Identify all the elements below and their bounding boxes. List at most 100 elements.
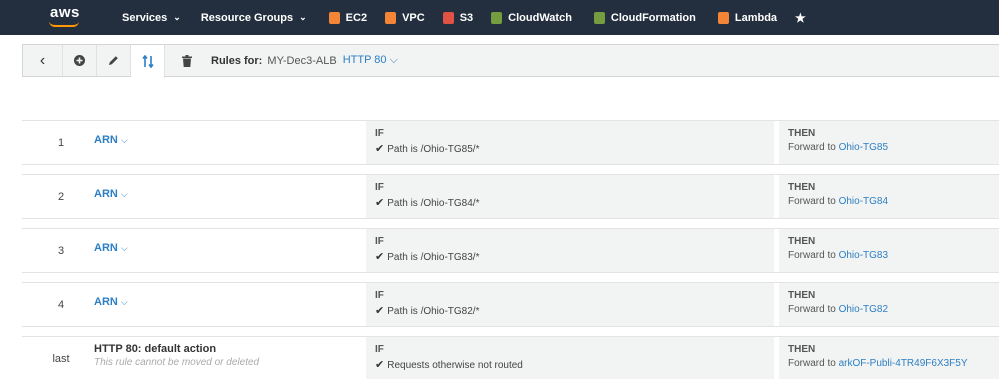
action-prefix: Forward to: [788, 142, 836, 153]
if-label: IF: [375, 182, 384, 193]
shortcut-label: CloudFormation: [610, 11, 696, 24]
checkmark-icon: ✔: [375, 359, 385, 371]
ec2-icon: [328, 11, 340, 24]
if-label: IF: [375, 290, 384, 301]
rule-row: 1 ARN ⌵ IF ✔ Path is /Ohio-TG85/* THEN For…: [22, 120, 999, 165]
checkmark-icon: ✔: [375, 197, 385, 209]
if-label: IF: [375, 128, 384, 139]
shortcut-cloudformation[interactable]: CloudFormation: [593, 0, 696, 35]
rule-condition: IF ✔ Path is /Ohio-TG83/*: [366, 229, 774, 272]
shortcut-s3[interactable]: S3: [442, 0, 474, 35]
rule-arn-dropdown[interactable]: ARN ⌵: [94, 134, 128, 146]
target-group-link[interactable]: Ohio-TG82: [839, 304, 888, 315]
rule-condition: IF ✔ Path is /Ohio-TG82/*: [366, 283, 774, 326]
rule-arn-dropdown[interactable]: ARN ⌵: [94, 296, 128, 308]
shortcut-vpc[interactable]: VPC: [385, 0, 425, 35]
action-prefix: Forward to: [788, 196, 836, 207]
action-prefix: Forward to: [788, 304, 836, 315]
rules-toolbar: ‹ Rules for: MY-Dec3-ALB HTTP 80 ⌵: [22, 44, 999, 78]
services-menu[interactable]: Services ⌄: [122, 0, 181, 35]
resource-groups-menu[interactable]: Resource Groups ⌄: [201, 0, 307, 35]
condition-text: Path is /Ohio-TG83/*: [387, 252, 480, 263]
then-label: THEN: [788, 344, 816, 355]
services-label: Services: [122, 11, 168, 24]
rule-action: THEN Forward to Ohio-TG84: [779, 175, 999, 218]
condition-text: Path is /Ohio-TG84/*: [387, 198, 480, 209]
shortcut-label: VPC: [402, 11, 425, 24]
pencil-icon: [109, 56, 118, 65]
chevron-left-icon: ‹: [39, 51, 46, 69]
rule-name: ARN: [94, 242, 118, 254]
chevron-down-icon: ⌵: [120, 135, 128, 145]
checkmark-icon: ✔: [375, 305, 385, 317]
if-label: IF: [375, 344, 384, 355]
rule-number: 4: [57, 299, 65, 311]
trash-icon: [182, 54, 192, 67]
then-label: THEN: [788, 290, 816, 301]
default-rule-note: This rule cannot be moved or deleted: [94, 357, 260, 368]
aws-logo[interactable]: aws: [0, 0, 90, 35]
s3-icon: [442, 11, 454, 24]
pin-icon[interactable]: ★: [795, 0, 806, 35]
plus-circle-icon: [74, 55, 85, 66]
rule-row: 4 ARN ⌵ IF ✔ Path is /Ohio-TG82/* THEN For…: [22, 282, 999, 327]
rule-number: last: [52, 353, 70, 365]
shortcut-cloudwatch[interactable]: CloudWatch: [491, 0, 572, 35]
rules-for-text: Rules for:: [211, 54, 263, 67]
rules-for-label: Rules for: MY-Dec3-ALB: [211, 55, 337, 67]
add-rule-button[interactable]: [63, 45, 97, 76]
rule-row: 2 ARN ⌵ IF ✔ Path is /Ohio-TG84/* THEN For…: [22, 174, 999, 219]
rule-name: ARN: [94, 134, 118, 146]
rule-arn-dropdown[interactable]: ARN ⌵: [94, 242, 128, 254]
chevron-down-icon: ⌵: [120, 243, 128, 253]
target-group-link[interactable]: Ohio-TG83: [839, 250, 888, 261]
aws-logo-text: aws: [50, 4, 80, 21]
if-label: IF: [375, 236, 384, 247]
chevron-down-icon: ⌄: [299, 12, 307, 22]
default-rule-name: HTTP 80: default action: [94, 343, 217, 355]
action-prefix: Forward to: [788, 250, 836, 261]
rule-action: THEN Forward to Ohio-TG82: [779, 283, 999, 326]
rule-action: THEN Forward to arkOF-Publi-4TR49F6X3F5Y: [779, 337, 999, 379]
target-group-link[interactable]: arkOF-Publi-4TR49F6X3F5Y: [839, 358, 968, 369]
rule-action: THEN Forward to Ohio-TG85: [779, 121, 999, 164]
chevron-down-icon: ⌵: [120, 189, 128, 199]
condition-text: Path is /Ohio-TG85/*: [387, 144, 480, 155]
top-nav-bar: aws Services ⌄ Resource Groups ⌄ EC2 VPC…: [0, 0, 999, 35]
shortcut-label: EC2: [345, 11, 368, 24]
rule-condition: IF ✔ Path is /Ohio-TG85/*: [366, 121, 774, 164]
then-label: THEN: [788, 128, 816, 139]
edit-rules-button[interactable]: [97, 45, 131, 76]
shortcut-lambda[interactable]: Lambda: [717, 0, 778, 35]
shortcut-label: S3: [459, 11, 474, 24]
listener-label: HTTP 80: [342, 54, 387, 66]
rule-number: 3: [57, 245, 65, 257]
shortcut-ec2[interactable]: EC2: [328, 0, 368, 35]
shortcut-label: CloudWatch: [508, 11, 572, 24]
condition-text: Path is /Ohio-TG82/*: [387, 306, 480, 317]
load-balancer-name: MY-Dec3-ALB: [267, 54, 337, 67]
shortcut-label: Lambda: [734, 11, 778, 24]
reorder-icon: [141, 55, 154, 68]
rule-condition: IF ✔ Path is /Ohio-TG84/*: [366, 175, 774, 218]
rule-arn-dropdown[interactable]: ARN ⌵: [94, 188, 128, 200]
rule-action: THEN Forward to Ohio-TG83: [779, 229, 999, 272]
target-group-link[interactable]: Ohio-TG85: [839, 142, 888, 153]
rule-number: 1: [57, 137, 65, 149]
aws-smile-icon: [49, 21, 79, 27]
back-button[interactable]: ‹: [23, 45, 63, 76]
chevron-down-icon: ⌵: [120, 297, 128, 307]
resource-groups-label: Resource Groups: [200, 11, 294, 24]
target-group-link[interactable]: Ohio-TG84: [839, 196, 888, 207]
then-label: THEN: [788, 236, 816, 247]
checkmark-icon: ✔: [375, 251, 385, 263]
reorder-rules-button[interactable]: [131, 45, 165, 78]
rule-number: 2: [57, 191, 65, 203]
delete-rules-button[interactable]: [165, 45, 209, 76]
then-label: THEN: [788, 182, 816, 193]
rule-condition: IF ✔ Requests otherwise not routed: [366, 337, 774, 379]
cloudwatch-icon: [491, 11, 503, 24]
chevron-down-icon: ⌵: [389, 54, 398, 66]
default-rule-row: last HTTP 80: default action This rule c…: [22, 336, 999, 379]
listener-dropdown[interactable]: HTTP 80 ⌵: [343, 54, 398, 67]
